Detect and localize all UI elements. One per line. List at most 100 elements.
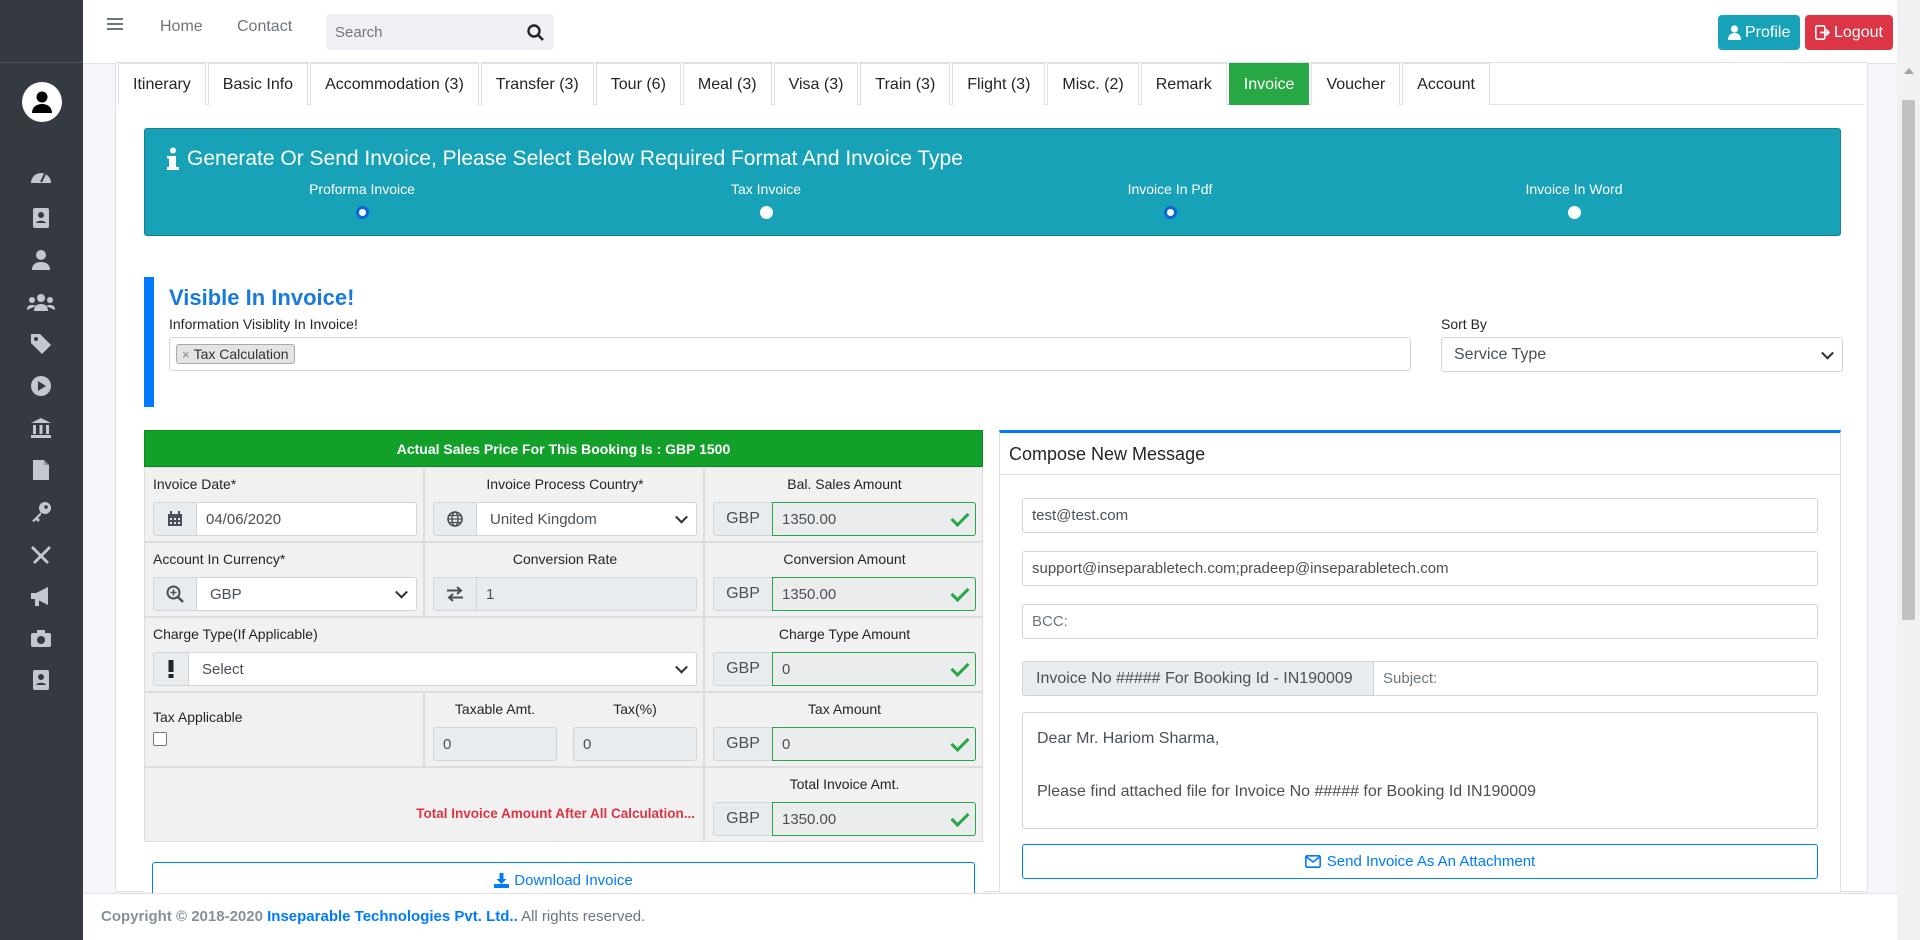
nav-contact-link[interactable]: Contact [237,18,292,36]
currency-addon: GBP [713,577,773,611]
search-input[interactable] [326,14,516,50]
tab-transfer[interactable]: Transfer (3) [480,63,594,105]
charge-type-select[interactable]: Select [188,652,697,686]
account-currency-select[interactable]: GBP [196,577,417,611]
scroll-up-icon[interactable] [1904,68,1914,74]
tab-meal[interactable]: Meal (3) [682,63,772,105]
bal-sales-cell: Bal. Sales Amount GBP 1350.00 [704,467,983,542]
tax-percent-label: Tax(%) [613,701,657,717]
tab-misc[interactable]: Misc. (2) [1047,63,1139,105]
message-line-greeting: Dear Mr. Hariom Sharma, [1037,730,1220,747]
exchange-icon [433,577,477,611]
rights-text: All rights reserved. [521,908,646,925]
logout-button[interactable]: Logout [1805,15,1893,50]
tax-amount-input[interactable]: 0 [772,727,976,761]
total-invoice-value: 1350.00 [782,810,837,828]
profile-button[interactable]: Profile [1718,15,1801,50]
user-icon[interactable] [26,247,56,273]
invoice-word-radio[interactable] [1567,206,1581,219]
contact-card-icon[interactable] [26,667,56,693]
actual-sales-header: Actual Sales Price For This Booking Is :… [144,430,983,467]
camera-icon[interactable] [26,625,56,651]
sort-by-value: Service Type [1454,345,1547,363]
logout-label: Logout [1834,23,1883,41]
tab-itinerary[interactable]: Itinerary [118,63,206,105]
process-country-select[interactable]: United Kingdom [476,502,697,536]
sidebar [0,0,83,940]
remove-tag-icon[interactable]: × [182,347,190,362]
sort-by-label: Sort By [1441,316,1487,332]
tools-icon[interactable] [26,541,56,567]
tax-amount-value: 0 [782,735,791,753]
bullhorn-icon[interactable] [26,583,56,609]
dashboard-icon[interactable] [26,163,56,189]
tax-invoice-option[interactable]: Tax Invoice [666,181,866,219]
avatar[interactable] [22,82,62,122]
sign-out-icon [1815,25,1830,40]
cc-field[interactable]: support@inseparabletech.com;pradeep@inse… [1022,551,1818,586]
tab-basic-info[interactable]: Basic Info [207,63,309,105]
charge-amount-input[interactable]: 0 [772,652,976,686]
footer-brand-link[interactable]: Inseparable Technologies Pvt. Ltd.. [267,908,518,925]
bank-icon[interactable] [26,415,56,441]
tax-applicable-checkbox[interactable] [153,732,167,746]
tax-amount-cell: Tax Amount GBP 0 [704,692,983,767]
user-icon [1728,25,1741,40]
tab-accommodation[interactable]: Accommodation (3) [310,63,479,105]
charge-amount-cell: Charge Type Amount GBP 0 [704,617,983,692]
bal-sales-input[interactable]: 1350.00 [772,502,976,536]
invoice-word-label: Invoice In Word [1525,181,1623,197]
tab-invoice[interactable]: Invoice [1228,63,1310,105]
page-scrollbar[interactable] [1897,0,1920,940]
key-icon[interactable] [26,499,56,525]
chevron-down-icon [1821,346,1834,360]
copyright-text: Copyright © 2018-2020 [101,908,263,925]
invoice-pdf-radio[interactable] [1163,206,1177,219]
bcc-field[interactable]: BCC: [1022,604,1818,639]
total-invoice-label: Total Invoice Amt. [789,776,900,792]
to-field[interactable]: test@test.com [1022,498,1818,533]
search-plus-icon [153,577,197,611]
subject-field[interactable]: Subject: [1373,661,1818,696]
proforma-invoice-label: Proforma Invoice [309,181,415,197]
tab-train[interactable]: Train (3) [860,63,951,105]
calendar-icon[interactable] [153,502,197,536]
app-root: Home Contact Profile Logout Itinerary Ba… [0,0,1920,940]
download-invoice-label: Download Invoice [514,871,633,889]
scrollbar-thumb[interactable] [1902,100,1915,620]
tab-account[interactable]: Account [1402,63,1490,105]
sort-by-select[interactable]: Service Type [1441,337,1843,372]
conversion-amount-input[interactable]: 1350.00 [772,577,976,611]
tab-tour[interactable]: Tour (6) [595,63,681,105]
invoice-word-option[interactable]: Invoice In Word [1474,181,1674,219]
invoice-date-input[interactable]: 04/06/2020 [196,502,417,536]
process-country-label: Invoice Process Country* [486,476,644,492]
play-circle-icon[interactable] [26,373,56,399]
tax-invoice-radio[interactable] [759,206,773,219]
send-invoice-button[interactable]: Send Invoice As An Attachment [1022,844,1818,879]
message-body[interactable]: Dear Mr. Hariom Sharma, Please find atta… [1022,712,1818,829]
proforma-invoice-radio[interactable] [355,206,369,219]
info-icon [167,147,179,170]
tab-remark[interactable]: Remark [1140,63,1227,105]
users-icon[interactable] [26,289,56,315]
proforma-invoice-option[interactable]: Proforma Invoice [262,181,462,219]
account-currency-value: GBP [210,585,242,603]
menu-toggle-icon[interactable] [107,16,129,38]
invoice-pdf-option[interactable]: Invoice In Pdf [1070,181,1270,219]
search-icon [526,23,544,41]
nav-home-link[interactable]: Home [160,18,203,36]
tab-voucher[interactable]: Voucher [1311,63,1401,105]
total-invoice-cell: Total Invoice Amt. GBP 1350.00 [704,767,983,842]
tab-visa[interactable]: Visa (3) [773,63,859,105]
sidebar-divider [0,62,83,63]
address-book-icon[interactable] [26,205,56,231]
search-button[interactable] [516,14,554,50]
check-icon [950,657,970,678]
visibility-tags-input[interactable]: × Tax Calculation [169,337,1411,371]
file-icon[interactable] [26,457,56,483]
conversion-amount-label: Conversion Amount [783,551,906,567]
total-invoice-input[interactable]: 1350.00 [772,802,976,836]
tag-icon[interactable] [26,331,56,357]
tab-flight[interactable]: Flight (3) [952,63,1046,105]
